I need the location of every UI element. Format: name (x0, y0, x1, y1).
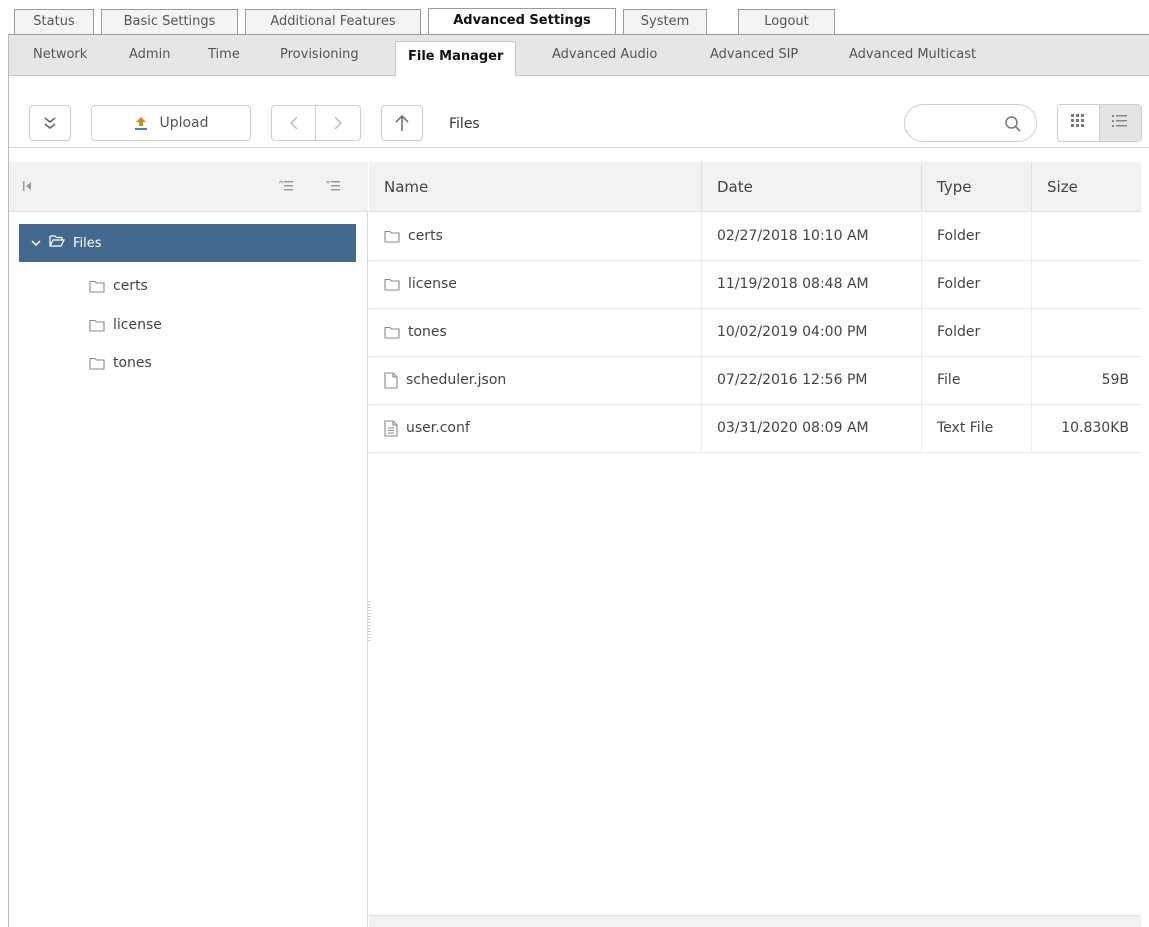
expand-all-icon[interactable] (325, 180, 340, 196)
subtab-file-manager[interactable]: File Manager (395, 41, 517, 76)
file-name-cell: certs (369, 213, 701, 260)
folder-tree-pane: Files certs license tones (9, 162, 368, 927)
tree-header (9, 162, 368, 212)
collapse-pane-icon[interactable] (23, 180, 33, 196)
arrow-up-icon (394, 114, 410, 132)
table-row[interactable]: license 11/19/2018 08:48 AM Folder (369, 261, 1141, 309)
folder-icon (89, 357, 105, 370)
subtab-network[interactable]: Network (33, 35, 87, 75)
upload-icon (133, 115, 149, 131)
breadcrumb[interactable]: Files (449, 116, 480, 132)
file-date: 07/22/2016 12:56 PM (701, 357, 921, 404)
file-type: Folder (921, 261, 1031, 308)
folder-open-icon (49, 234, 65, 252)
chevrons-down-icon (43, 116, 57, 130)
column-header-type[interactable]: Type (921, 162, 1031, 212)
chevron-right-icon (333, 115, 343, 131)
file-size: 10.830KB (1031, 405, 1141, 452)
tab-additional-features[interactable]: Additional Features (245, 9, 421, 34)
column-header-name[interactable]: Name (369, 162, 701, 212)
file-type: Text File (921, 405, 1031, 452)
table-row[interactable]: certs 02/27/2018 10:10 AM Folder (369, 213, 1141, 261)
top-tab-bar: Status Basic Settings Additional Feature… (0, 0, 1149, 34)
file-name-cell: scheduler.json (369, 357, 701, 404)
search-icon (1004, 115, 1022, 137)
subtab-time[interactable]: Time (208, 35, 240, 75)
upload-button[interactable]: Upload (91, 105, 251, 141)
tree-label: certs (113, 278, 148, 294)
history-buttons (271, 105, 361, 141)
back-button[interactable] (272, 106, 317, 140)
folder-icon (89, 280, 105, 293)
tree-label: Files (73, 235, 102, 251)
toolbar: Upload Files (9, 90, 1149, 148)
file-type: Folder (921, 309, 1031, 356)
search-input[interactable] (904, 104, 1037, 142)
table-row[interactable]: scheduler.json 07/22/2016 12:56 PM File … (369, 357, 1141, 405)
tree-item-certs[interactable]: certs (89, 274, 148, 298)
file-size: 59B (1031, 357, 1141, 404)
file-name: license (408, 276, 457, 292)
upload-label: Upload (159, 115, 209, 131)
tab-logout[interactable]: Logout (738, 9, 835, 34)
forward-button[interactable] (316, 106, 360, 140)
file-name-cell: user.conf (369, 405, 701, 452)
grid-view-icon (1071, 114, 1085, 132)
expand-button[interactable] (29, 105, 71, 141)
file-date: 02/27/2018 10:10 AM (701, 213, 921, 260)
tab-basic-settings[interactable]: Basic Settings (101, 9, 238, 34)
folder-icon (384, 326, 400, 339)
folder-icon (384, 278, 400, 291)
file-date: 03/31/2020 08:09 AM (701, 405, 921, 452)
subtab-advanced-audio[interactable]: Advanced Audio (552, 35, 657, 75)
view-toggle (1057, 104, 1142, 142)
tree-label: license (113, 317, 162, 333)
folder-icon (89, 319, 105, 332)
file-name: tones (408, 324, 447, 340)
table-row[interactable]: tones 10/02/2019 04:00 PM Folder (369, 309, 1141, 357)
tab-system[interactable]: System (623, 9, 707, 34)
list-view-icon (1112, 114, 1128, 132)
grid-header: Name Date Type Size (369, 162, 1141, 212)
file-date: 10/02/2019 04:00 PM (701, 309, 921, 356)
folder-icon (384, 230, 400, 243)
column-header-date[interactable]: Date (701, 162, 921, 212)
chevron-left-icon (289, 115, 299, 131)
tab-status[interactable]: Status (14, 9, 94, 34)
file-size (1031, 261, 1141, 308)
file-name: user.conf (406, 420, 470, 436)
file-name-cell: tones (369, 309, 701, 356)
file-manager: Upload Files Files certs license tones N… (8, 76, 1149, 927)
grid-view-button[interactable] (1058, 105, 1100, 141)
tree-label: tones (113, 355, 152, 371)
tab-advanced-settings[interactable]: Advanced Settings (428, 8, 616, 34)
sub-tab-bar: Network Admin Time Provisioning File Man… (8, 34, 1149, 76)
column-header-size[interactable]: Size (1031, 162, 1141, 212)
subtab-advanced-sip[interactable]: Advanced SIP (710, 35, 798, 75)
subtab-advanced-multicast[interactable]: Advanced Multicast (849, 35, 976, 75)
list-view-button[interactable] (1099, 105, 1141, 141)
file-name-cell: license (369, 261, 701, 308)
file-name: scheduler.json (406, 372, 507, 388)
tree-item-tones[interactable]: tones (89, 351, 152, 375)
file-grid: Name Date Type Size certs 02/27/2018 10:… (369, 162, 1149, 927)
chevron-down-icon (31, 236, 41, 251)
file-size (1031, 213, 1141, 260)
up-button[interactable] (381, 105, 423, 141)
file-name: certs (408, 228, 443, 244)
tree-item-files[interactable]: Files (19, 224, 356, 262)
grid-footer (369, 915, 1141, 927)
file-size (1031, 309, 1141, 356)
file-type: File (921, 357, 1031, 404)
subtab-admin[interactable]: Admin (129, 35, 170, 75)
text-file-icon (384, 420, 398, 437)
subtab-provisioning[interactable]: Provisioning (280, 35, 359, 75)
file-type: Folder (921, 213, 1031, 260)
tree-item-license[interactable]: license (89, 313, 162, 337)
file-date: 11/19/2018 08:48 AM (701, 261, 921, 308)
file-icon (384, 372, 398, 389)
collapse-all-icon[interactable] (278, 180, 293, 196)
table-row[interactable]: user.conf 03/31/2020 08:09 AM Text File … (369, 405, 1141, 453)
